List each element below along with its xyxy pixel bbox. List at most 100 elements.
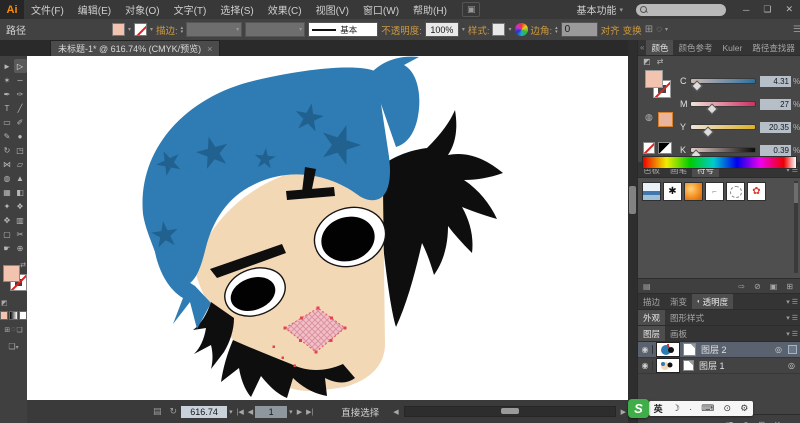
layer-name[interactable]: 图层 1	[699, 359, 725, 372]
transform-panel-link[interactable]: 变换	[623, 23, 642, 37]
panel-menu-icon[interactable]: ☰	[792, 330, 798, 338]
yellow-slider-knob[interactable]	[702, 126, 713, 137]
zoom-tool[interactable]: ⊕	[14, 241, 27, 255]
tab-appearance[interactable]: 外观	[638, 310, 665, 325]
shape-builder-tool[interactable]: ◍	[1, 171, 14, 185]
tab-color[interactable]: 颜色	[646, 40, 673, 55]
settings-icon[interactable]: ⚙	[740, 403, 748, 414]
menu-object[interactable]: 对象(O)	[118, 2, 166, 17]
delete-layer-icon[interactable]: ✕	[774, 420, 781, 423]
screen-mode-button[interactable]: ❏▾	[0, 342, 27, 351]
ime-language-toggle[interactable]: 英	[654, 402, 663, 415]
gradient-tool[interactable]: ◧	[14, 185, 27, 199]
handwriting-icon[interactable]: ⊙	[724, 403, 732, 414]
hand-tool[interactable]: ☛	[1, 241, 14, 255]
layer-thumbnail[interactable]	[656, 358, 680, 373]
fill-swatch[interactable]	[3, 265, 20, 282]
artboard-tool[interactable]: ▢	[1, 227, 14, 241]
artwork-illustration[interactable]	[27, 56, 628, 400]
arrange-documents-icon[interactable]: ▣	[462, 2, 481, 17]
web-color-icon[interactable]: ◍	[645, 112, 653, 123]
chevron-down-icon[interactable]: ▾	[508, 26, 511, 33]
magic-wand-tool[interactable]: ✶	[1, 73, 14, 87]
swap-fill-stroke-icon[interactable]: ⇄	[657, 57, 670, 66]
layer-name[interactable]: 图层 2	[701, 343, 727, 356]
keyboard-icon[interactable]: ⌨	[701, 403, 714, 414]
column-graph-tool[interactable]: ▥	[14, 213, 27, 227]
symbol-libraries-icon[interactable]: ▤	[643, 282, 651, 291]
chevron-down-icon[interactable]: ▾	[229, 408, 233, 416]
blend-tool[interactable]: ❖	[14, 199, 27, 213]
menu-edit[interactable]: 编辑(E)	[71, 2, 118, 17]
stroke-color-swatch[interactable]	[134, 23, 147, 36]
corner-link[interactable]: 边角:	[531, 23, 553, 37]
layer-row-2[interactable]: ◉ 图层 2 ◎	[638, 342, 800, 358]
layer-thumbnail[interactable]	[656, 342, 680, 357]
chevron-down-icon[interactable]: ▾	[786, 314, 790, 322]
close-tab-icon[interactable]: ×	[207, 44, 212, 54]
chevron-down-icon[interactable]: ▾	[289, 408, 293, 416]
menu-type[interactable]: 文字(T)	[167, 2, 214, 17]
menu-file[interactable]: 文件(F)	[24, 2, 71, 17]
stroke-weight-stepper[interactable]: ▴▾	[181, 26, 184, 34]
align-artboard-icon[interactable]: ⊞	[645, 24, 653, 35]
horizontal-scrollbar[interactable]	[404, 406, 616, 417]
symbol-sprayer-tool[interactable]: ✥	[1, 213, 14, 227]
corner-stepper[interactable]: ▴▾	[555, 26, 558, 34]
selection-tool[interactable]: ►	[1, 59, 14, 73]
new-symbol-icon[interactable]: ⊞	[786, 282, 793, 291]
make-clip-mask-icon[interactable]: ◨	[726, 420, 734, 423]
draw-behind-icon[interactable]: ◌	[11, 326, 15, 334]
blob-brush-tool[interactable]: ●	[14, 129, 27, 143]
menu-help[interactable]: 帮助(H)	[406, 2, 454, 17]
panel-menu-icon[interactable]: ☰	[792, 298, 798, 306]
paintbrush-tool[interactable]: ✐	[14, 115, 27, 129]
visibility-eye-icon[interactable]: ◉	[638, 361, 653, 370]
pen-tool[interactable]: ✒	[1, 87, 14, 101]
rotate-tool[interactable]: ↻	[1, 143, 14, 157]
artboard-canvas[interactable]	[27, 56, 628, 400]
stroke-panel-link[interactable]: 描边:	[156, 23, 178, 37]
opacity-panel-link[interactable]: 不透明度:	[381, 23, 422, 37]
default-fill-stroke-icon[interactable]: ◩	[643, 57, 657, 66]
dot-icon[interactable]: ·	[689, 404, 692, 414]
corner-field[interactable]: 0	[561, 22, 598, 37]
magenta-slider[interactable]	[690, 101, 756, 107]
control-panel-menu-icon[interactable]: ☰	[793, 24, 800, 35]
isolate-icon[interactable]: ◌	[656, 24, 662, 35]
last-color-swatch[interactable]	[658, 112, 673, 127]
layer-row-1[interactable]: ◉ 图层 1 ◎	[638, 358, 800, 374]
rotate-view-icon[interactable]: ↻	[170, 406, 178, 417]
cyan-slider-knob[interactable]	[691, 80, 702, 91]
document-tab[interactable]: 未标题-1* @ 616.74% (CMYK/预览) ×	[50, 40, 220, 56]
rectangle-tool[interactable]: ▭	[1, 115, 14, 129]
tab-artboards[interactable]: 画板	[665, 326, 692, 341]
magenta-value-field[interactable]: 27	[760, 99, 791, 110]
spin-down-icon[interactable]: ▾	[555, 30, 558, 34]
symbol-thumbnail-sketch[interactable]: ⌐	[705, 182, 724, 201]
none-swatch[interactable]	[643, 142, 655, 154]
black-slider[interactable]	[690, 147, 756, 153]
cyan-value-field[interactable]: 4.31	[760, 76, 791, 87]
prev-artboard-icon[interactable]: ◀	[248, 408, 253, 416]
mesh-tool[interactable]: ▦	[1, 185, 14, 199]
graphic-style-swatch[interactable]	[492, 23, 505, 36]
chevron-down-icon[interactable]: ▾	[665, 26, 668, 33]
type-tool[interactable]: T	[1, 101, 14, 115]
gradient-mode-button[interactable]	[9, 311, 17, 320]
artboard-grid-icon[interactable]: ▤	[153, 406, 162, 417]
target-circle-icon[interactable]: ◎	[788, 361, 795, 370]
none-mode-button[interactable]	[19, 311, 27, 320]
chevron-down-icon[interactable]: ▾	[128, 26, 131, 33]
menu-window[interactable]: 窗口(W)	[356, 2, 406, 17]
recolor-artwork-icon[interactable]	[515, 23, 528, 36]
ime-logo[interactable]: S	[628, 399, 649, 418]
menu-select[interactable]: 选择(S)	[213, 2, 260, 17]
yellow-value-field[interactable]: 20.35	[760, 122, 791, 133]
magenta-slider-knob[interactable]	[707, 103, 718, 114]
vertical-scrollbar[interactable]	[628, 40, 637, 423]
moon-icon[interactable]: ☽	[672, 403, 680, 414]
symbol-thumbnail-wreath[interactable]	[726, 182, 745, 201]
last-artboard-icon[interactable]: ▶|	[306, 408, 313, 416]
collapse-panels-icon[interactable]: «	[638, 40, 646, 55]
